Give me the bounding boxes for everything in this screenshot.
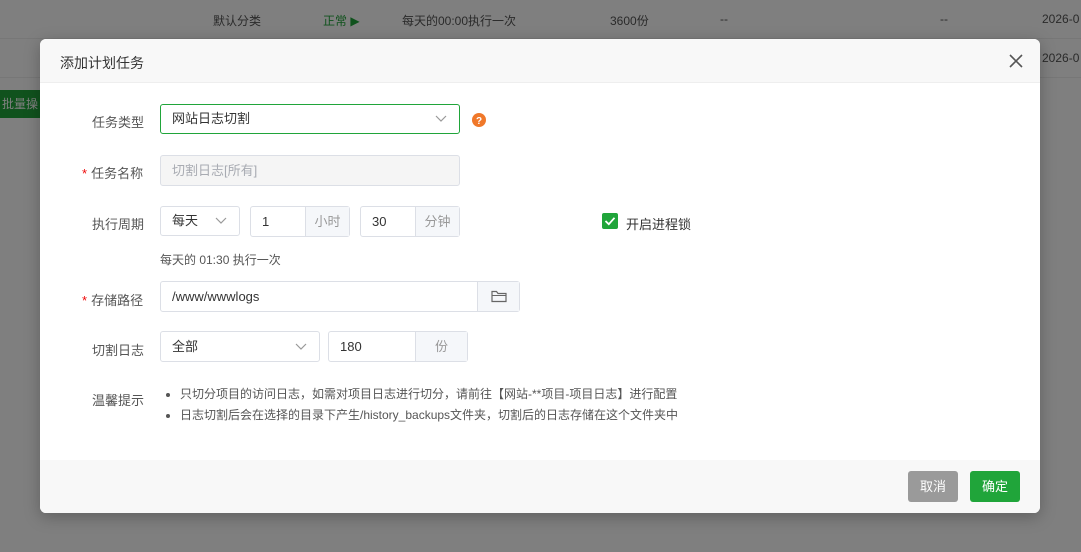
minutes-unit: 分钟 [415,207,459,236]
process-lock-checkbox[interactable] [602,213,618,229]
cycle-hint: 每天的 01:30 执行一次 [160,253,281,267]
task-name-placeholder: 切割日志[所有] [172,163,258,178]
cut-log-count-unit: 份 [415,332,467,361]
cycle-period-select[interactable]: 每天 [160,206,240,236]
cycle-period-value: 每天 [172,213,199,228]
process-lock-label: 开启进程锁 [626,217,692,232]
tip-item: 只切分项目的访问日志，如需对项目日志进行切分，请前往【网站-**项目-项目日志】… [180,384,678,405]
cut-log-count-value: 180 [340,339,362,354]
svg-text:?: ? [476,116,482,127]
task-type-label: 任务类型 [92,115,145,130]
storage-path-value: /www/wwwlogs [172,289,260,304]
minutes-value: 30 [372,214,387,229]
cut-log-count-input[interactable]: 180 份 [328,331,468,362]
storage-path-label-text: 存储路径 [91,293,144,308]
minutes-input[interactable]: 30 分钟 [360,206,460,237]
hours-unit: 小时 [305,207,349,236]
task-name-label: * 任务名称 [82,163,143,182]
confirm-button[interactable]: 确定 [970,471,1020,502]
help-icon[interactable]: ? [472,113,486,127]
cycle-label: 执行周期 [92,217,145,232]
task-name-input[interactable]: 切割日志[所有] [160,155,460,186]
dialog-footer [40,460,1040,513]
required-mark: * [82,166,88,181]
dialog-header: 添加计划任务 [40,39,1040,83]
hours-value: 1 [262,214,270,229]
chevron-down-icon [215,217,227,224]
close-icon[interactable] [1006,51,1026,71]
tip-item: 日志切割后会在选择的目录下产生/history_backups文件夹，切割后的日… [180,405,678,426]
cut-log-scope-value: 全部 [172,339,199,354]
task-type-value: 网站日志切割 [172,111,251,126]
storage-path-label: * 存储路径 [82,290,143,309]
add-cron-task-dialog: 添加计划任务 任务类型 网站日志切割 ? * 任务名称 切割日志[所有] 执行周期… [40,39,1040,513]
tips-label: 温馨提示 [92,393,145,408]
folder-icon [491,290,507,303]
task-type-select[interactable]: 网站日志切割 [160,104,460,134]
chevron-down-icon [295,343,307,350]
task-name-label-text: 任务名称 [91,166,144,181]
hours-input[interactable]: 1 小时 [250,206,350,237]
cut-log-scope-select[interactable]: 全部 [160,331,320,362]
folder-button[interactable] [477,282,519,311]
cancel-button[interactable]: 取消 [908,471,958,502]
storage-path-input[interactable]: /www/wwwlogs [160,281,520,312]
chevron-down-icon [435,115,447,122]
tips-list: 只切分项目的访问日志，如需对项目日志进行切分，请前往【网站-**项目-项目日志】… [162,384,678,426]
cut-log-label: 切割日志 [92,343,145,358]
required-mark: * [82,293,88,308]
dialog-title: 添加计划任务 [60,55,144,71]
